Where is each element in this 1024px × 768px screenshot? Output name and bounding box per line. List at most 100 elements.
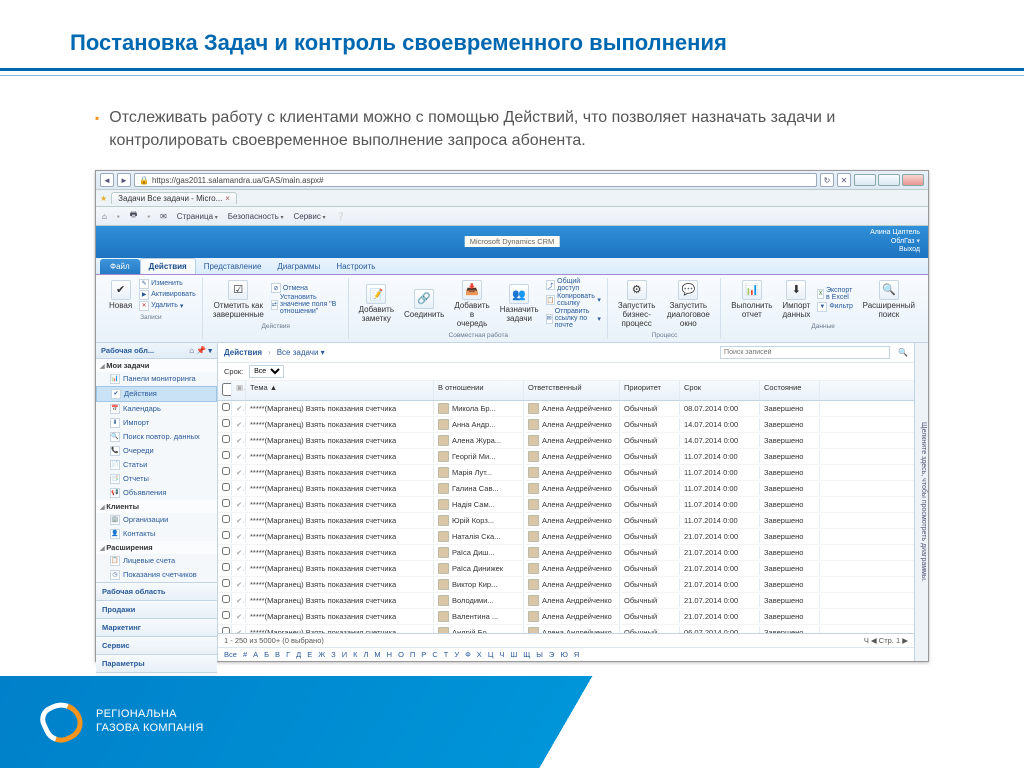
breadcrumb-entity[interactable]: Действия bbox=[224, 348, 262, 357]
nav-pane-item[interactable]: Параметры bbox=[96, 654, 217, 672]
safety-menu[interactable]: Безопасность bbox=[228, 212, 284, 221]
row-checkbox[interactable] bbox=[222, 483, 230, 491]
cell-owner[interactable]: Алена Андрейченко bbox=[524, 513, 620, 528]
minimize-button[interactable] bbox=[854, 174, 876, 186]
nav-item[interactable]: ✔Действия bbox=[96, 386, 217, 402]
share-button[interactable]: ⤴Общий доступ bbox=[546, 278, 601, 292]
add-queue-button[interactable]: 📥Добавить в очередь bbox=[451, 278, 492, 330]
nav-pane-item[interactable]: Сервис bbox=[96, 636, 217, 654]
refresh-icon[interactable]: ↻ bbox=[820, 173, 834, 187]
cell-regarding[interactable]: Раїса Динижек bbox=[434, 561, 524, 576]
cell-regarding[interactable]: Раїса Диш... bbox=[434, 545, 524, 560]
row-checkbox[interactable] bbox=[222, 419, 230, 427]
col-subject[interactable]: Тема ▲ bbox=[246, 381, 434, 400]
cell-regarding[interactable]: Валентина ... bbox=[434, 609, 524, 624]
cell-owner[interactable]: Алена Андрейченко bbox=[524, 401, 620, 416]
pager[interactable]: Ч ◀ Стр. 1 ▶ bbox=[864, 636, 908, 645]
table-row[interactable]: ✔*****(Марганец) Взять показания счетчик… bbox=[218, 401, 914, 417]
nav-item[interactable]: 📑Отчеты bbox=[96, 472, 217, 486]
assign-button[interactable]: 👥Назначить задачи bbox=[497, 282, 542, 325]
tab-actions[interactable]: Действия bbox=[140, 258, 196, 274]
nav-section-clients[interactable]: Клиенты bbox=[96, 500, 217, 513]
nav-item[interactable]: 📅Календарь bbox=[96, 402, 217, 416]
nav-pane-item[interactable]: Маркетинг bbox=[96, 618, 217, 636]
table-row[interactable]: ✔*****(Марганец) Взять показания счетчик… bbox=[218, 513, 914, 529]
tab-view[interactable]: Представление bbox=[196, 259, 270, 274]
table-row[interactable]: ✔*****(Марганец) Взять показания счетчик… bbox=[218, 593, 914, 609]
nav-item[interactable]: ⬇Импорт bbox=[96, 416, 217, 430]
alpha-letter[interactable]: П bbox=[410, 650, 415, 659]
alpha-letter[interactable]: Ы bbox=[536, 650, 543, 659]
alpha-letter[interactable]: Ж bbox=[318, 650, 325, 659]
table-row[interactable]: ✔*****(Марганец) Взять показания счетчик… bbox=[218, 497, 914, 513]
home-icon[interactable]: ⌂ bbox=[189, 346, 194, 355]
forward-icon[interactable]: ► bbox=[117, 173, 131, 187]
breadcrumb-view[interactable]: Все задачи ▾ bbox=[277, 348, 325, 357]
cell-owner[interactable]: Алена Андрейченко bbox=[524, 465, 620, 480]
alpha-letter[interactable]: М bbox=[374, 650, 380, 659]
alpha-letter[interactable]: И bbox=[342, 650, 347, 659]
nav-item[interactable]: ◷Показания счетчиков bbox=[96, 568, 217, 582]
mark-complete-button[interactable]: ☑Отметить как завершенные bbox=[210, 278, 267, 321]
row-checkbox[interactable] bbox=[222, 579, 230, 587]
run-report-button[interactable]: 📊Выполнить отчет bbox=[728, 278, 775, 321]
cell-regarding[interactable]: Анна Андр... bbox=[434, 417, 524, 432]
set-regarding-button[interactable]: ⇄Установить значение поля "В отношении" bbox=[271, 294, 342, 315]
alpha-letter[interactable]: Х bbox=[477, 650, 482, 659]
alpha-letter[interactable]: Ч bbox=[499, 650, 504, 659]
alpha-letter[interactable]: У bbox=[454, 650, 459, 659]
run-workflow-button[interactable]: ⚙Запустить бизнес-процесс bbox=[615, 278, 659, 330]
row-checkbox[interactable] bbox=[222, 403, 230, 411]
cell-owner[interactable]: Алена Андрейченко bbox=[524, 561, 620, 576]
cell-owner[interactable]: Алена Андрейченко bbox=[524, 625, 620, 633]
nav-item[interactable]: 🏢Организации bbox=[96, 513, 217, 527]
cell-regarding[interactable]: Галина Сав... bbox=[434, 481, 524, 496]
connect-button[interactable]: 🔗Соединить bbox=[401, 287, 447, 321]
help-icon[interactable]: ❔ bbox=[336, 212, 346, 221]
new-button[interactable]: ✔Новая bbox=[106, 278, 135, 312]
cell-regarding[interactable]: Алена Жура... bbox=[434, 433, 524, 448]
table-row[interactable]: ✔*****(Марганец) Взять показания счетчик… bbox=[218, 529, 914, 545]
maximize-button[interactable] bbox=[878, 174, 900, 186]
table-row[interactable]: ✔*****(Марганец) Взять показания счетчик… bbox=[218, 417, 914, 433]
chart-pane-collapsed[interactable]: Щелкните здесь, чтобы просмотреть диагра… bbox=[914, 343, 928, 661]
alpha-letter[interactable]: Т bbox=[444, 650, 449, 659]
alpha-letter[interactable]: Э bbox=[549, 650, 554, 659]
cell-owner[interactable]: Алена Андрейченко bbox=[524, 593, 620, 608]
cell-owner[interactable]: Алена Андрейченко bbox=[524, 609, 620, 624]
nav-item[interactable]: 📊Панели мониторинга bbox=[96, 372, 217, 386]
stop-icon[interactable]: ✕ bbox=[837, 173, 851, 187]
row-checkbox[interactable] bbox=[222, 531, 230, 539]
run-dialog-button[interactable]: 💬Запустить диалоговое окно bbox=[662, 278, 714, 330]
activate-button[interactable]: ▶Активировать bbox=[139, 290, 196, 300]
alpha-letter[interactable]: Б bbox=[264, 650, 269, 659]
nav-item[interactable]: 🔍Поиск повтор. данных bbox=[96, 430, 217, 444]
edit-button[interactable]: ✎Изменить bbox=[139, 279, 196, 289]
close-button[interactable] bbox=[902, 174, 924, 186]
nav-item[interactable]: 📢Объявления bbox=[96, 486, 217, 500]
alpha-letter[interactable]: Л bbox=[363, 650, 368, 659]
nav-section-mytasks[interactable]: Мои задачи bbox=[96, 359, 217, 372]
col-priority[interactable]: Приоритет bbox=[620, 381, 680, 400]
cell-owner[interactable]: Алена Андрейченко bbox=[524, 449, 620, 464]
alpha-letter[interactable]: Ю bbox=[560, 650, 568, 659]
alpha-letter[interactable]: Е bbox=[307, 650, 312, 659]
email-link-button[interactable]: ✉Отправить ссылку по почте ▾ bbox=[546, 308, 601, 329]
tools-menu[interactable]: Сервис bbox=[293, 212, 325, 221]
cancel-button[interactable]: ⊘Отмена bbox=[271, 283, 342, 293]
nav-pane-item[interactable]: Рабочая область bbox=[96, 582, 217, 600]
tab-customize[interactable]: Настроить bbox=[328, 259, 383, 274]
row-checkbox[interactable] bbox=[222, 515, 230, 523]
nav-item[interactable]: 📄Статьи bbox=[96, 458, 217, 472]
cell-regarding[interactable]: Наталія Ска... bbox=[434, 529, 524, 544]
import-button[interactable]: ⬇Импорт данных bbox=[779, 278, 813, 321]
search-icon[interactable]: 🔍 bbox=[898, 348, 908, 357]
alpha-letter[interactable]: Р bbox=[421, 650, 426, 659]
cell-owner[interactable]: Алена Андрейченко bbox=[524, 481, 620, 496]
alpha-letter[interactable]: Н bbox=[387, 650, 392, 659]
add-note-button[interactable]: 📝Добавить заметку bbox=[356, 282, 397, 325]
nav-item[interactable]: 📞Очереди bbox=[96, 444, 217, 458]
export-excel-button[interactable]: XЭкспорт в Excel bbox=[817, 287, 855, 301]
alpha-letter[interactable]: Ц bbox=[488, 650, 494, 659]
cell-regarding[interactable]: Марія Лут... bbox=[434, 465, 524, 480]
